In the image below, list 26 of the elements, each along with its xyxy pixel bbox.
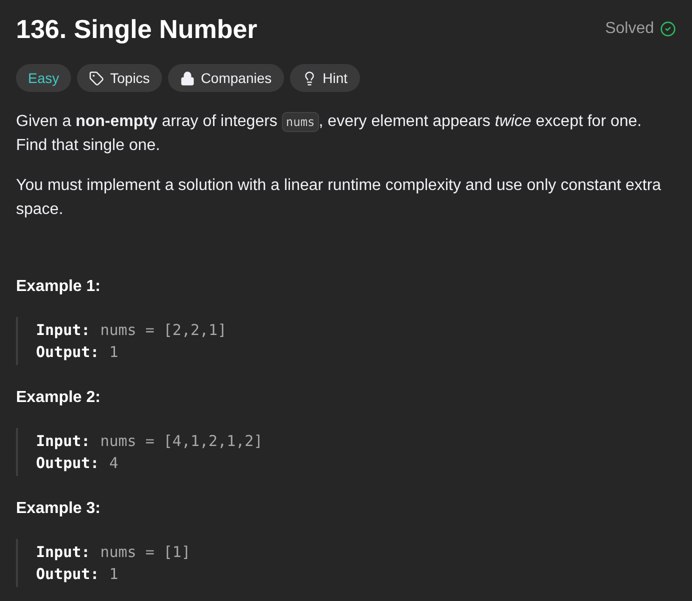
problem-title: 136. Single Number	[16, 14, 258, 44]
description-paragraph: You must implement a solution with a linear runtime complexity and use only constant extra space.	[16, 176, 662, 220]
output-label: Output:	[36, 342, 100, 363]
input-value: nums = [4,1,2,1,2]	[100, 431, 263, 452]
example-heading: Example 3:	[16, 500, 102, 518]
companies-button[interactable]: Companies	[168, 64, 284, 92]
output-value: 1	[109, 564, 118, 585]
lock-icon	[180, 70, 195, 86]
hint-button[interactable]: Hint	[290, 64, 360, 92]
tag-icon	[89, 70, 104, 86]
inline-code: nums	[282, 112, 319, 132]
input-label: Input:	[36, 320, 90, 341]
input-value: nums = [2,2,1]	[100, 320, 227, 341]
input-label: Input:	[36, 431, 90, 452]
input-label: Input:	[36, 542, 90, 563]
example-heading: Example 2:	[16, 389, 102, 407]
example-heading: Example 1:	[16, 278, 102, 296]
input-value: nums = [1]	[100, 542, 190, 563]
output-label: Output:	[36, 453, 100, 474]
output-value: 1	[109, 342, 118, 363]
output-label: Output:	[36, 564, 100, 585]
output-value: 4	[109, 453, 118, 474]
description-paragraph: Given a non-empty array of integers nums , every element appears twice except for one. Find that single one.	[16, 111, 643, 156]
status-label: Solved	[605, 20, 654, 38]
difficulty-tag[interactable]: Easy	[16, 64, 72, 92]
topics-button[interactable]: Topics	[77, 64, 162, 92]
